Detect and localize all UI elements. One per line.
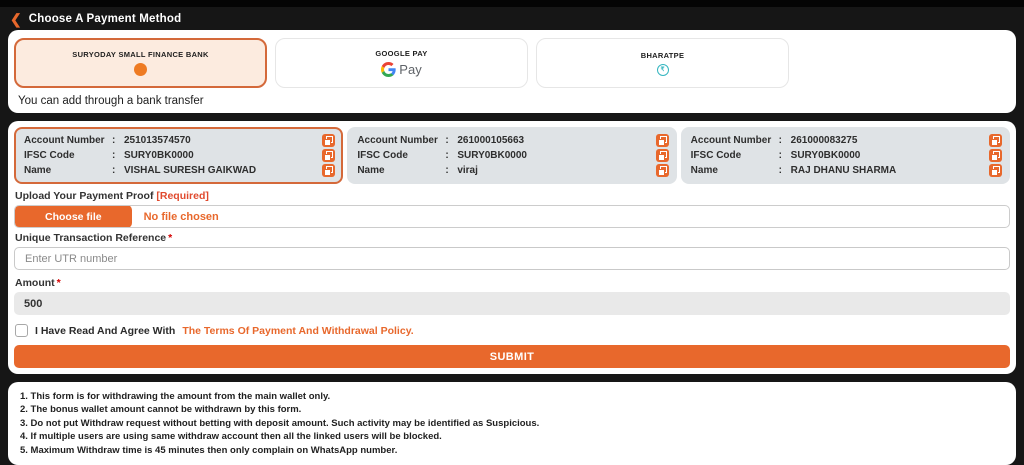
- upload-proof-label: Upload Your Payment Proof [Required]: [15, 190, 1010, 202]
- account-number-label: Account Number: [24, 133, 112, 148]
- choose-file-button[interactable]: Choose file: [15, 205, 132, 228]
- account-number-value: 261000105663: [457, 133, 655, 148]
- separator: :: [779, 163, 791, 178]
- page-title: Choose A Payment Method: [29, 13, 182, 25]
- name-value: VISHAL SURESH GAIKWAD: [124, 163, 322, 178]
- separator: :: [445, 163, 457, 178]
- no-file-chosen-text: No file chosen: [144, 211, 219, 223]
- google-pay-logo: Pay: [381, 62, 421, 77]
- ifsc-line: IFSC Code : SURY0BK0000: [357, 148, 668, 163]
- copy-icon[interactable]: [322, 164, 335, 177]
- name-value: RAJ DHANU SHARMA: [791, 163, 989, 178]
- separator: :: [112, 148, 124, 163]
- upload-proof-label-text: Upload Your Payment Proof: [15, 190, 153, 202]
- terms-policy-link[interactable]: The Terms Of Payment And Withdrawal Poli…: [182, 325, 413, 337]
- bank-account-card-2[interactable]: Account Number : 261000105663 IFSC Code …: [347, 127, 676, 184]
- note-line: 5. Maximum Withdraw time is 45 minutes t…: [20, 444, 1004, 457]
- required-asterisk: *: [57, 277, 61, 289]
- account-number-line: Account Number : 251013574570: [24, 133, 335, 148]
- payment-method-label: SURYODAY SMALL FINANCE BANK: [72, 50, 208, 59]
- back-icon[interactable]: [10, 13, 22, 25]
- name-label: Name: [24, 163, 112, 178]
- terms-agreement-row: I Have Read And Agree With The Terms Of …: [15, 324, 1010, 337]
- utr-label-text: Unique Transaction Reference: [15, 232, 166, 244]
- copy-icon[interactable]: [656, 164, 669, 177]
- ifsc-line: IFSC Code : SURY0BK0000: [24, 148, 335, 163]
- payment-method-suryoday[interactable]: SURYODAY SMALL FINANCE BANK: [14, 38, 267, 88]
- name-line: Name : RAJ DHANU SHARMA: [691, 163, 1002, 178]
- separator: :: [112, 163, 124, 178]
- separator: :: [445, 148, 457, 163]
- ifsc-label: IFSC Code: [691, 148, 779, 163]
- ifsc-value: SURY0BK0000: [791, 148, 989, 163]
- page-header: Choose A Payment Method: [0, 7, 1024, 30]
- submit-button[interactable]: SUBMIT: [14, 345, 1010, 368]
- payment-method-google-pay[interactable]: GOOGLE PAY Pay: [275, 38, 528, 88]
- required-asterisk: *: [168, 232, 172, 244]
- name-line: Name : viraj: [357, 163, 668, 178]
- copy-icon[interactable]: [656, 134, 669, 147]
- utr-label: Unique Transaction Reference*: [15, 232, 1010, 244]
- note-line: 1. This form is for withdrawing the amou…: [20, 390, 1004, 403]
- top-strip: [0, 0, 1024, 7]
- ifsc-line: IFSC Code : SURY0BK0000: [691, 148, 1002, 163]
- bank-transfer-note: You can add through a bank transfer: [18, 95, 1010, 107]
- account-number-value: 251013574570: [124, 133, 322, 148]
- amount-label-text: Amount: [15, 277, 55, 289]
- separator: :: [445, 133, 457, 148]
- bank-accounts-row: Account Number : 251013574570 IFSC Code …: [14, 127, 1010, 184]
- name-line: Name : VISHAL SURESH GAIKWAD: [24, 163, 335, 178]
- utr-input[interactable]: [14, 247, 1010, 270]
- account-number-line: Account Number : 261000105663: [357, 133, 668, 148]
- name-value: viraj: [457, 163, 655, 178]
- bank-account-card-3[interactable]: Account Number : 261000083275 IFSC Code …: [681, 127, 1010, 184]
- note-line: 3. Do not put Withdraw request without b…: [20, 417, 1004, 430]
- separator: :: [779, 148, 791, 163]
- name-label: Name: [357, 163, 445, 178]
- note-line: 4. If multiple users are using same with…: [20, 430, 1004, 443]
- payment-method-bharatpe[interactable]: BHARATPE ₹: [536, 38, 789, 88]
- terms-checkbox[interactable]: [15, 324, 28, 337]
- amount-label: Amount*: [15, 277, 1010, 289]
- account-number-value: 261000083275: [791, 133, 989, 148]
- ifsc-label: IFSC Code: [24, 148, 112, 163]
- bharatpe-icon: ₹: [657, 64, 669, 76]
- ifsc-value: SURY0BK0000: [124, 148, 322, 163]
- google-g-icon: [381, 62, 396, 77]
- account-number-line: Account Number : 261000083275: [691, 133, 1002, 148]
- withdrawal-form-panel: Account Number : 251013574570 IFSC Code …: [8, 121, 1016, 374]
- required-tag: [Required]: [156, 190, 209, 202]
- gpay-wordmark: Pay: [399, 62, 421, 77]
- copy-icon[interactable]: [989, 134, 1002, 147]
- payment-methods-panel: SURYODAY SMALL FINANCE BANK GOOGLE PAY P…: [8, 30, 1016, 113]
- payment-method-label: GOOGLE PAY: [375, 49, 427, 58]
- payment-method-label: BHARATPE: [641, 51, 685, 60]
- agree-text: I Have Read And Agree With: [35, 325, 175, 337]
- copy-icon[interactable]: [989, 149, 1002, 162]
- suryoday-bank-icon: [134, 63, 147, 76]
- ifsc-value: SURY0BK0000: [457, 148, 655, 163]
- bank-account-card-1[interactable]: Account Number : 251013574570 IFSC Code …: [14, 127, 343, 184]
- copy-icon[interactable]: [322, 134, 335, 147]
- copy-icon[interactable]: [656, 149, 669, 162]
- footer-notes-panel: 1. This form is for withdrawing the amou…: [8, 382, 1016, 465]
- ifsc-label: IFSC Code: [357, 148, 445, 163]
- payment-methods-row: SURYODAY SMALL FINANCE BANK GOOGLE PAY P…: [14, 38, 1010, 88]
- separator: :: [779, 133, 791, 148]
- copy-icon[interactable]: [322, 149, 335, 162]
- copy-icon[interactable]: [989, 164, 1002, 177]
- account-number-label: Account Number: [357, 133, 445, 148]
- file-upload-field[interactable]: Choose file No file chosen: [14, 205, 1010, 228]
- amount-input[interactable]: [14, 292, 1010, 315]
- note-line: 2. The bonus wallet amount cannot be wit…: [20, 403, 1004, 416]
- separator: :: [112, 133, 124, 148]
- account-number-label: Account Number: [691, 133, 779, 148]
- name-label: Name: [691, 163, 779, 178]
